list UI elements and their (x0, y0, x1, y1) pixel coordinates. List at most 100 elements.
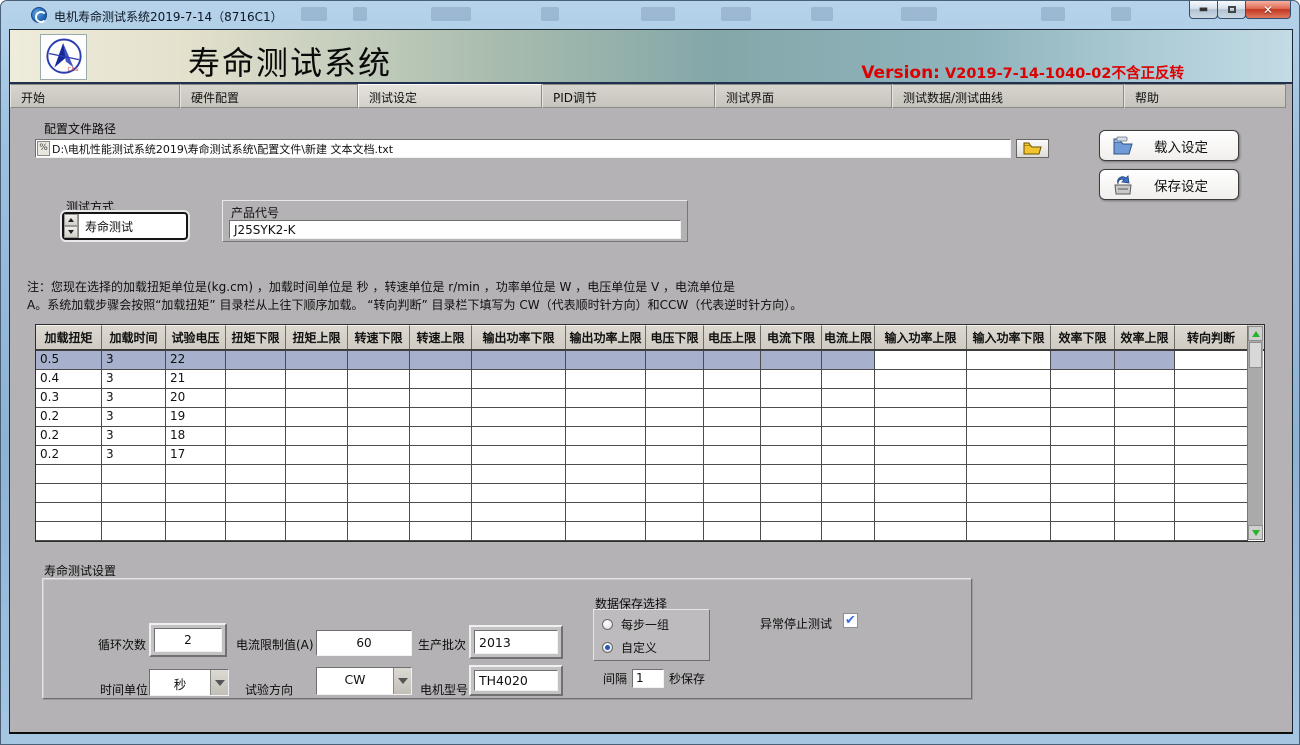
table-cell[interactable] (1175, 503, 1248, 522)
table-cell[interactable]: 0.3 (36, 389, 102, 408)
table-scrollbar[interactable] (1247, 326, 1263, 540)
table-cell[interactable]: 3 (102, 408, 166, 427)
column-header[interactable]: 输出功率上限 (566, 325, 646, 349)
batch-input[interactable]: 2013 (474, 630, 558, 654)
table-cell[interactable] (967, 446, 1051, 465)
table-cell[interactable] (566, 389, 646, 408)
column-header[interactable]: 电流下限 (761, 325, 822, 349)
table-cell[interactable] (226, 446, 286, 465)
table-cell[interactable] (226, 503, 286, 522)
table-cell[interactable] (286, 408, 348, 427)
tab-2[interactable]: 硬件配置 (180, 84, 358, 108)
table-cell[interactable] (822, 522, 875, 541)
table-cell[interactable] (1175, 351, 1248, 370)
table-cell[interactable] (646, 351, 704, 370)
table-cell[interactable] (36, 503, 102, 522)
table-cell[interactable]: 0.4 (36, 370, 102, 389)
table-cell[interactable] (875, 465, 967, 484)
table-cell[interactable]: 22 (166, 351, 226, 370)
table-cell[interactable] (967, 370, 1051, 389)
table-cell[interactable] (1115, 370, 1175, 389)
table-cell[interactable] (1175, 427, 1248, 446)
table-cell[interactable] (646, 389, 704, 408)
table-cell[interactable]: 3 (102, 427, 166, 446)
time-unit-dropdown[interactable]: 秒 (149, 669, 229, 696)
table-cell[interactable] (967, 427, 1051, 446)
table-cell[interactable] (410, 484, 472, 503)
table-cell[interactable] (704, 465, 761, 484)
table-cell[interactable] (166, 503, 226, 522)
scrollbar-thumb[interactable] (1249, 342, 1262, 368)
table-cell[interactable] (967, 484, 1051, 503)
table-cell[interactable] (226, 522, 286, 541)
table-cell[interactable] (1175, 389, 1248, 408)
table-cell[interactable] (566, 446, 646, 465)
table-cell[interactable] (875, 446, 967, 465)
table-cell[interactable] (472, 446, 566, 465)
table-cell[interactable] (822, 465, 875, 484)
table-cell[interactable] (166, 484, 226, 503)
table-cell[interactable] (875, 484, 967, 503)
direction-dropdown[interactable]: CW (316, 667, 412, 695)
table-cell[interactable] (704, 351, 761, 370)
direction-dropdown-arrow[interactable] (393, 668, 411, 694)
table-cell[interactable] (646, 465, 704, 484)
table-cell[interactable] (704, 484, 761, 503)
test-mode-selector[interactable]: 寿命测试 (62, 212, 188, 240)
radio-button-custom[interactable] (602, 642, 613, 653)
table-cell[interactable] (1175, 522, 1248, 541)
table-cell[interactable] (875, 522, 967, 541)
table-cell[interactable] (410, 408, 472, 427)
table-cell[interactable] (472, 408, 566, 427)
table-cell[interactable] (286, 370, 348, 389)
table-cell[interactable] (472, 465, 566, 484)
table-cell[interactable]: 0.2 (36, 446, 102, 465)
table-cell[interactable]: 0.2 (36, 427, 102, 446)
table-cell[interactable] (875, 389, 967, 408)
column-header[interactable]: 电压下限 (646, 325, 704, 349)
table-cell[interactable] (1175, 370, 1248, 389)
table-cell[interactable] (1115, 408, 1175, 427)
table-cell[interactable] (472, 427, 566, 446)
table-cell[interactable] (166, 465, 226, 484)
tab-1[interactable]: 开始 (10, 84, 180, 108)
radio-option-custom[interactable]: 自定义 (602, 639, 709, 656)
table-cell[interactable] (822, 427, 875, 446)
radio-button-step[interactable] (602, 619, 613, 630)
table-cell[interactable] (226, 408, 286, 427)
column-header[interactable]: 转向判断 (1175, 325, 1248, 349)
table-cell[interactable] (1051, 389, 1115, 408)
table-cell[interactable] (1175, 484, 1248, 503)
table-cell[interactable] (410, 465, 472, 484)
table-cell[interactable] (36, 522, 102, 541)
table-cell[interactable] (761, 370, 822, 389)
table-cell[interactable]: 3 (102, 370, 166, 389)
table-cell[interactable]: 20 (166, 389, 226, 408)
load-settings-button[interactable]: 载入设定 (1099, 130, 1239, 161)
column-header[interactable]: 转速上限 (410, 325, 472, 349)
table-cell[interactable] (646, 408, 704, 427)
table-cell[interactable] (348, 446, 410, 465)
table-cell[interactable] (348, 389, 410, 408)
table-cell[interactable] (875, 408, 967, 427)
tab-4[interactable]: PID调节 (542, 84, 715, 108)
table-cell[interactable] (1115, 446, 1175, 465)
save-settings-button[interactable]: 保存设定 (1099, 169, 1239, 200)
interval-input[interactable]: 1 (632, 669, 664, 688)
table-cell[interactable] (761, 408, 822, 427)
browse-folder-button[interactable] (1016, 139, 1049, 158)
column-header[interactable]: 转速下限 (348, 325, 410, 349)
table-cell[interactable] (566, 503, 646, 522)
table-cell[interactable] (875, 427, 967, 446)
minimize-button[interactable]: ▬ (1189, 1, 1218, 19)
config-path-input[interactable]: % D:\电机性能测试系统2019\寿命测试系统\配置文件\新建 文本文档.tx… (35, 139, 1011, 158)
table-cell[interactable] (472, 522, 566, 541)
table-cell[interactable] (102, 522, 166, 541)
table-cell[interactable] (967, 503, 1051, 522)
spinner-down-button[interactable] (64, 226, 78, 238)
table-cell[interactable] (1051, 503, 1115, 522)
table-cell[interactable] (566, 370, 646, 389)
table-cell[interactable]: 3 (102, 446, 166, 465)
table-cell[interactable] (102, 503, 166, 522)
table-cell[interactable] (1115, 389, 1175, 408)
